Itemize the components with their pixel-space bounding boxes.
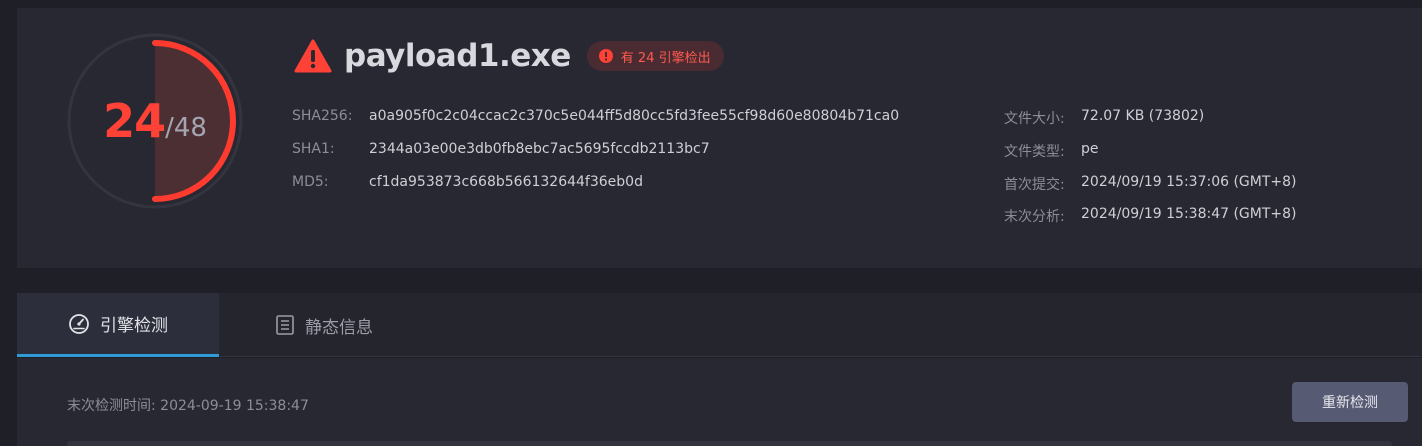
hash-row-sha1: SHA1: 2344a03e00e3db0fb8ebc7ac5695fccdb2… [292, 141, 710, 157]
meta-label: 文件类型: [1004, 144, 1065, 160]
meta-value: pe [1081, 141, 1099, 157]
warning-icon [294, 39, 332, 73]
tab-engine-detection[interactable]: 引擎检测 [17, 293, 219, 357]
meta-row-first-submit: 首次提交: 2024/09/19 15:37:06 (GMT+8) [1004, 174, 1297, 194]
detection-badge: 有 24 引擎检出 [586, 41, 724, 71]
hash-label: MD5: [292, 174, 329, 190]
meta-label: 文件大小: [1004, 111, 1065, 127]
meta-value: 2024/09/19 15:37:06 (GMT+8) [1081, 174, 1297, 190]
meta-label: 末次分析: [1004, 209, 1065, 225]
hash-value[interactable]: 2344a03e00e3db0fb8ebc7ac5695fccdb2113bc7 [369, 141, 710, 157]
hash-label: SHA256: [292, 108, 353, 124]
document-list-icon [276, 315, 294, 335]
hash-value[interactable]: a0a905f0c2c04ccac2c370c5e044ff5d80cc5fd3… [369, 108, 899, 124]
tab-bar: 引擎检测 静态信息 [17, 293, 1422, 357]
meta-value: 72.07 KB (73802) [1081, 108, 1205, 124]
hash-value[interactable]: cf1da953873c668b566132644f36eb0d [369, 174, 643, 190]
meta-row-file-size: 文件大小: 72.07 KB (73802) [1004, 108, 1204, 128]
recheck-button[interactable]: 重新检测 [1292, 382, 1408, 422]
file-title-row: payload1.exe 有 24 引擎检出 [294, 36, 724, 76]
meta-label: 首次提交: [1004, 177, 1065, 193]
hash-row-sha256: SHA256: a0a905f0c2c04ccac2c370c5e044ff5d… [292, 108, 899, 124]
alert-circle-icon [598, 49, 613, 63]
meta-value: 2024/09/19 15:38:47 (GMT+8) [1081, 206, 1297, 222]
meta-row-last-analysis: 末次分析: 2024/09/19 15:38:47 (GMT+8) [1004, 206, 1297, 226]
results-table-edge [67, 441, 1392, 446]
detection-badge-text: 有 24 引擎检出 [620, 50, 711, 66]
hash-label: SHA1: [292, 141, 335, 157]
file-name: payload1.exe [344, 38, 571, 74]
total-engines: /48 [165, 113, 207, 143]
tab-static-info[interactable]: 静态信息 [219, 293, 429, 357]
hash-row-md5: MD5: cf1da953873c668b566132644f36eb0d [292, 174, 643, 190]
file-summary-card: 24 /48 payload1.exe 有 24 引擎检出 SHA256: a0… [17, 8, 1422, 268]
detection-gauge: 24 /48 [67, 33, 243, 209]
tab-label: 引擎检测 [100, 316, 168, 336]
gauge-icon [69, 313, 89, 334]
detected-count: 24 [103, 94, 166, 148]
last-check-time: 末次检测时间: 2024-09-19 15:38:47 [67, 398, 309, 414]
meta-row-file-type: 文件类型: pe [1004, 141, 1099, 161]
tab-label: 静态信息 [305, 317, 373, 338]
engine-detection-panel: 末次检测时间: 2024-09-19 15:38:47 重新检测 [17, 358, 1422, 446]
